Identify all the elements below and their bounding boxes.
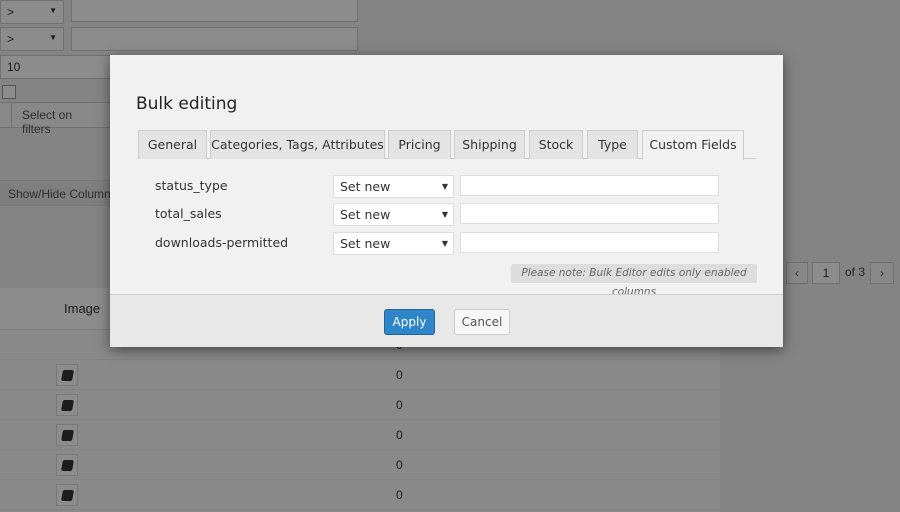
field-mode-select[interactable]: Set new ▼: [333, 203, 454, 226]
chevron-down-icon: ▼: [441, 182, 448, 191]
field-mode-select[interactable]: Set new ▼: [333, 175, 454, 198]
cancel-button[interactable]: Cancel: [454, 309, 510, 335]
tab-bar: General Categories, Tags, Attributes Pri…: [138, 130, 756, 160]
field-mode-select[interactable]: Set new ▼: [333, 232, 454, 255]
field-value-input[interactable]: [460, 203, 719, 224]
dialog-title: Bulk editing: [136, 94, 238, 114]
tab-custom-fields[interactable]: Custom Fields: [642, 130, 744, 160]
field-label: status_type: [155, 178, 228, 193]
tab-categories-tags-attributes[interactable]: Categories, Tags, Attributes: [210, 130, 385, 159]
field-label: total_sales: [155, 206, 222, 221]
tab-shipping[interactable]: Shipping: [454, 130, 525, 159]
dialog-footer: Apply Cancel: [110, 294, 783, 347]
apply-button[interactable]: Apply: [384, 309, 435, 335]
tab-general[interactable]: General: [138, 130, 207, 159]
field-label: downloads-permitted: [155, 235, 289, 250]
chevron-down-icon: ▼: [441, 239, 448, 248]
chevron-down-icon: ▼: [441, 210, 448, 219]
tab-stock[interactable]: Stock: [529, 130, 583, 159]
tab-type[interactable]: Type: [587, 130, 638, 159]
field-value-input[interactable]: [460, 232, 719, 253]
bulk-editing-dialog: Bulk editing General Categories, Tags, A…: [110, 55, 783, 347]
enabled-columns-note: Please note: Bulk Editor edits only enab…: [511, 264, 757, 298]
field-value-input[interactable]: [460, 175, 719, 196]
tab-pricing[interactable]: Pricing: [388, 130, 451, 159]
